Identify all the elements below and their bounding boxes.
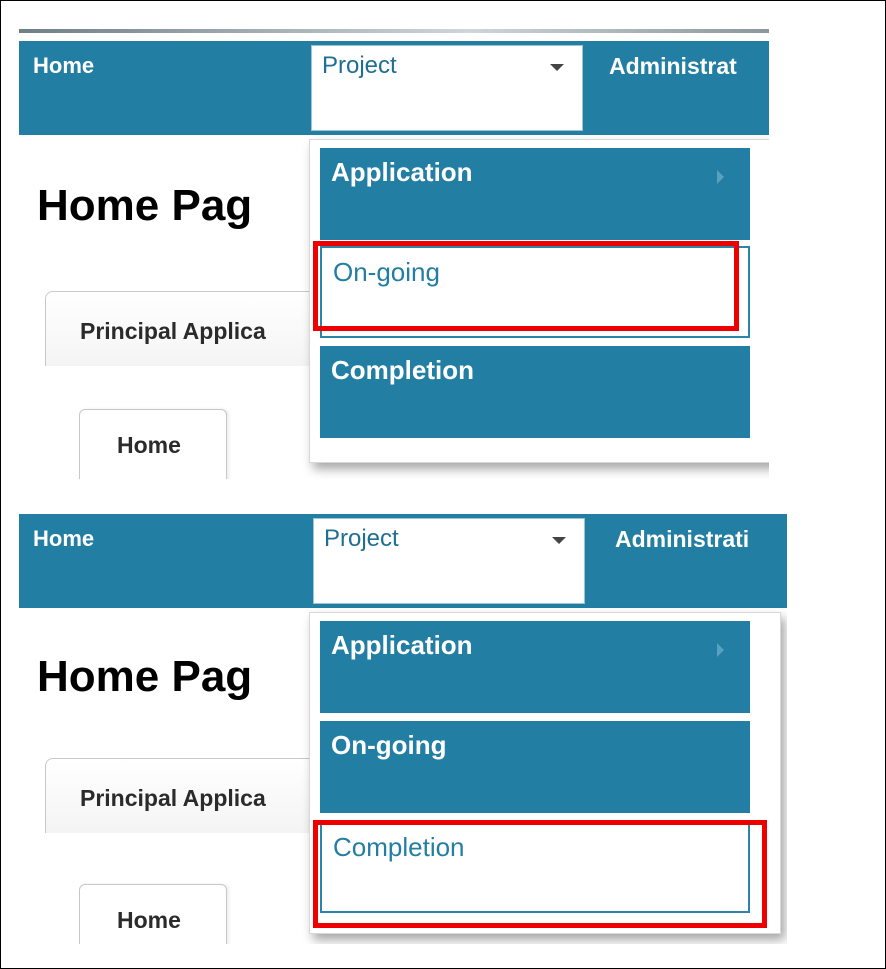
menu-item-label: Application: [331, 157, 473, 187]
nav-project-label: Project: [322, 52, 397, 79]
top-navbar: Home Project Administrati: [19, 514, 787, 608]
nav-administration-link[interactable]: Administrat: [609, 53, 737, 80]
caret-down-icon: [552, 537, 566, 544]
screenshot-panel-completion: Home Project Administrati Home Pag Princ…: [19, 514, 787, 944]
tab-principal-label: Principal Applica: [80, 318, 266, 344]
tab-home[interactable]: Home: [79, 884, 227, 944]
menu-item-application[interactable]: Application: [320, 621, 750, 713]
menu-item-application[interactable]: Application: [320, 148, 750, 240]
menu-item-label: Application: [331, 630, 473, 660]
page-title: Home Pag: [37, 652, 253, 701]
tab-principal-applicant[interactable]: Principal Applica: [45, 291, 346, 366]
nav-home-link[interactable]: Home: [33, 526, 94, 552]
chevron-right-icon: [717, 170, 724, 184]
nav-administration-link[interactable]: Administrati: [615, 526, 749, 553]
chevron-right-icon: [717, 643, 724, 657]
tab-principal-applicant[interactable]: Principal Applica: [45, 758, 346, 833]
tab-principal-label: Principal Applica: [80, 785, 266, 811]
menu-item-label: Completion: [331, 355, 474, 385]
nav-home-link[interactable]: Home: [33, 53, 94, 79]
nav-project-dropdown[interactable]: Project: [311, 45, 583, 131]
tab-home[interactable]: Home: [79, 409, 227, 479]
tab-home-label: Home: [117, 432, 181, 458]
nav-project-label: Project: [324, 525, 399, 552]
red-highlight-box: [313, 820, 767, 928]
menu-item-completion[interactable]: Completion: [320, 346, 750, 438]
menu-item-label: On-going: [331, 730, 447, 760]
top-navbar: Home Project Administrat: [19, 41, 769, 135]
menu-item-ongoing[interactable]: On-going: [320, 721, 750, 813]
tab-home-label: Home: [117, 907, 181, 933]
red-highlight-box: [313, 241, 739, 331]
screenshot-panel-ongoing: Home Project Administrat Home Pag Princi…: [19, 29, 769, 479]
nav-project-dropdown[interactable]: Project: [313, 518, 585, 604]
top-divider: [19, 29, 769, 33]
figure-frame: Home Project Administrat Home Pag Princi…: [0, 0, 886, 969]
page-title: Home Pag: [37, 181, 253, 230]
caret-down-icon: [550, 64, 564, 71]
